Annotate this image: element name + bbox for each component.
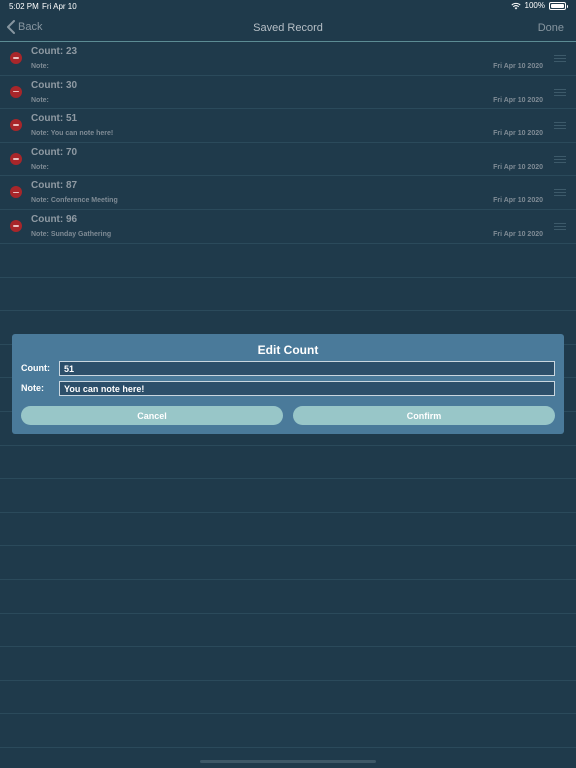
reorder-icon[interactable] — [554, 222, 566, 230]
record-date: Fri Apr 10 2020 — [493, 163, 543, 171]
record-count: Count: 23 — [31, 46, 78, 57]
count-label: Count: — [21, 363, 50, 373]
done-button[interactable]: Done — [538, 22, 564, 34]
battery-fill — [551, 3, 564, 8]
delete-icon[interactable] — [10, 219, 22, 232]
screen: 5:02 PM Fri Apr 10 100% Back Saved Recor… — [0, 0, 576, 768]
record-row[interactable]: Count: 51 Note: You can note here! Fri Apr… — [0, 109, 576, 143]
record-count: Count: 51 — [31, 113, 78, 125]
delete-icon[interactable] — [10, 152, 22, 165]
edit-count-dialog: Edit Count Count: Note: Cancel Confirm — [12, 334, 564, 434]
note-label: Note: — [21, 383, 44, 393]
record-count: Count: 96 — [31, 213, 78, 225]
record-note: Note: — [31, 163, 49, 171]
page-title: Saved Record — [253, 22, 323, 34]
record-note: Note: You can note here! — [31, 130, 114, 138]
status-date: Fri Apr 10 — [42, 2, 77, 11]
empty-row — [0, 714, 576, 748]
delete-icon[interactable] — [10, 52, 22, 64]
record-date: Fri Apr 10 2020 — [493, 63, 543, 70]
empty-row — [0, 614, 576, 648]
cancel-button[interactable]: Cancel — [21, 406, 283, 425]
record-note: Note: Sunday Gathering — [31, 230, 112, 238]
record-note: Note: — [31, 63, 49, 70]
empty-row — [0, 647, 576, 681]
confirm-button[interactable]: Confirm — [293, 406, 555, 425]
status-indicators: 100% — [510, 1, 568, 10]
reorder-icon[interactable] — [554, 122, 566, 130]
empty-row — [0, 546, 576, 580]
reorder-icon[interactable] — [554, 189, 566, 197]
home-indicator[interactable] — [200, 760, 376, 763]
record-list: Count: 23 Note: Fri Apr 10 2020 Count: 30 No… — [0, 42, 576, 244]
dialog-title: Edit Count — [257, 343, 319, 357]
navigation-bar: Back Saved Record Done — [0, 14, 576, 42]
empty-row — [0, 580, 576, 614]
delete-icon[interactable] — [10, 186, 22, 199]
record-row[interactable]: Count: 70 Note: Fri Apr 10 2020 — [0, 143, 576, 177]
status-bar: 5:02 PM Fri Apr 10 100% — [0, 0, 576, 14]
record-count: Count: 70 — [31, 146, 78, 158]
record-count: Count: 87 — [31, 180, 78, 192]
empty-row — [0, 513, 576, 547]
empty-row — [0, 681, 576, 715]
count-input[interactable] — [59, 361, 555, 376]
reorder-icon[interactable] — [554, 55, 566, 62]
delete-icon[interactable] — [10, 119, 22, 132]
empty-row — [0, 446, 576, 480]
note-input[interactable] — [59, 381, 555, 396]
record-note: Note: Conference Meeting — [31, 197, 118, 205]
empty-row — [0, 479, 576, 513]
record-row[interactable]: Count: 87 Note: Conference Meeting Fri Apr… — [0, 176, 576, 210]
delete-icon[interactable] — [10, 85, 22, 98]
record-row[interactable]: Count: 23 Note: Fri Apr 10 2020 — [0, 42, 576, 76]
record-note: Note: — [31, 96, 49, 104]
record-date: Fri Apr 10 2020 — [493, 96, 543, 104]
status-time: 5:02 PM — [9, 2, 39, 11]
empty-rows — [0, 244, 576, 748]
empty-row — [0, 244, 576, 278]
record-date: Fri Apr 10 2020 — [493, 230, 543, 238]
battery-percent: 100% — [524, 1, 545, 10]
record-date: Fri Apr 10 2020 — [493, 197, 543, 205]
battery-icon — [549, 1, 568, 10]
wifi-icon — [510, 2, 521, 10]
reorder-icon[interactable] — [554, 88, 566, 96]
record-row[interactable]: Count: 96 Note: Sunday Gathering Fri Apr 1… — [0, 210, 576, 244]
record-count: Count: 30 — [31, 79, 78, 91]
record-row[interactable]: Count: 30 Note: Fri Apr 10 2020 — [0, 76, 576, 110]
reorder-icon[interactable] — [554, 155, 566, 163]
record-date: Fri Apr 10 2020 — [493, 130, 543, 138]
empty-row — [0, 278, 576, 312]
